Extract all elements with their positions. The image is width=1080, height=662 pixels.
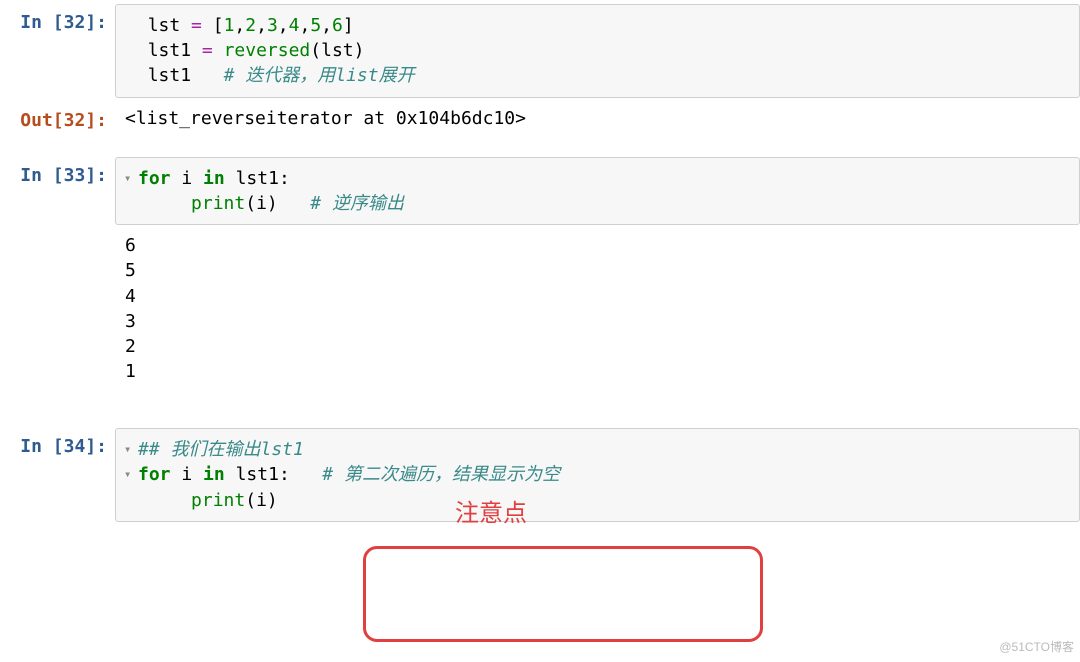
cell-in-34: In [34]: ▾## 我们在输出lst1 ▾for i in lst1: #… — [0, 428, 1080, 522]
output-area-33: 6 5 4 3 2 1 — [115, 229, 1080, 388]
annotation-label: 注意点 — [455, 497, 527, 531]
code-line: lst = [1,2,3,4,5,6] — [126, 13, 1069, 38]
fold-icon[interactable]: ▾ — [124, 466, 138, 483]
prompt-in-34: In [34]: — [0, 428, 115, 522]
code-line: ▾for i in lst1: — [126, 166, 1069, 191]
fold-icon[interactable]: ▾ — [124, 441, 138, 458]
output-line: 6 — [125, 233, 1070, 258]
cell-out-32: Out[32]: <list_reverseiterator at 0x104b… — [0, 102, 1080, 135]
code-area-32[interactable]: lst = [1,2,3,4,5,6] lst1 = reversed(lst)… — [115, 4, 1080, 98]
output-line: 5 — [125, 258, 1070, 283]
prompt-in-33: In [33]: — [0, 157, 115, 225]
code-line: lst1 = reversed(lst) — [126, 38, 1069, 63]
output-line: 1 — [125, 359, 1070, 384]
prompt-empty — [0, 229, 115, 388]
cell-in-33: In [33]: ▾for i in lst1: print(i) # 逆序输出 — [0, 157, 1080, 225]
code-line: ▾for i in lst1: # 第二次遍历，结果显示为空 — [126, 462, 1069, 487]
code-line: ▾## 我们在输出lst1 — [126, 437, 1069, 462]
prompt-out-32: Out[32]: — [0, 102, 115, 135]
output-line: 4 — [125, 284, 1070, 309]
output-text: <list_reverseiterator at 0x104b6dc10> — [125, 106, 1070, 131]
cell-out-33: 6 5 4 3 2 1 — [0, 229, 1080, 388]
code-line: print(i) # 逆序输出 — [126, 191, 1069, 216]
output-line: 3 — [125, 309, 1070, 334]
output-area-32: <list_reverseiterator at 0x104b6dc10> — [115, 102, 1080, 135]
output-line: 2 — [125, 334, 1070, 359]
prompt-in-32: In [32]: — [0, 4, 115, 98]
watermark: @51CTO博客 — [999, 639, 1074, 656]
annotation-box — [363, 546, 763, 642]
fold-icon[interactable]: ▾ — [124, 170, 138, 187]
code-line: lst1 # 迭代器，用list展开 — [126, 63, 1069, 88]
cell-in-32: In [32]: lst = [1,2,3,4,5,6] lst1 = reve… — [0, 4, 1080, 98]
code-area-34[interactable]: ▾## 我们在输出lst1 ▾for i in lst1: # 第二次遍历，结果… — [115, 428, 1080, 522]
code-area-33[interactable]: ▾for i in lst1: print(i) # 逆序输出 — [115, 157, 1080, 225]
code-line: print(i) — [126, 488, 1069, 513]
